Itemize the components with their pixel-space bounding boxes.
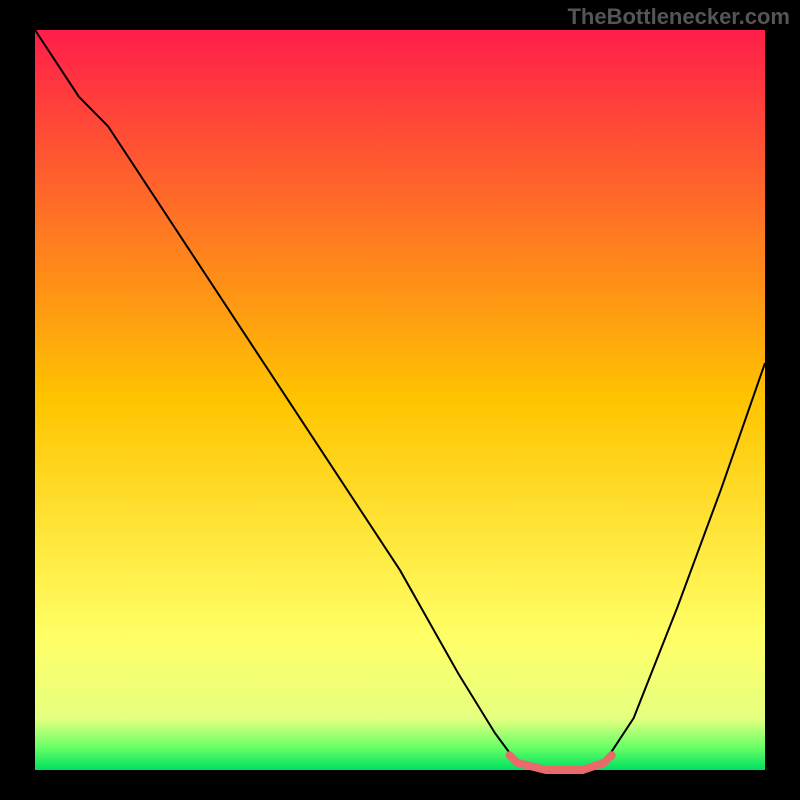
- chart-container: { "watermark": "TheBottlenecker.com", "c…: [0, 0, 800, 800]
- bottleneck-chart: [0, 0, 800, 800]
- watermark-text: TheBottlenecker.com: [567, 4, 790, 30]
